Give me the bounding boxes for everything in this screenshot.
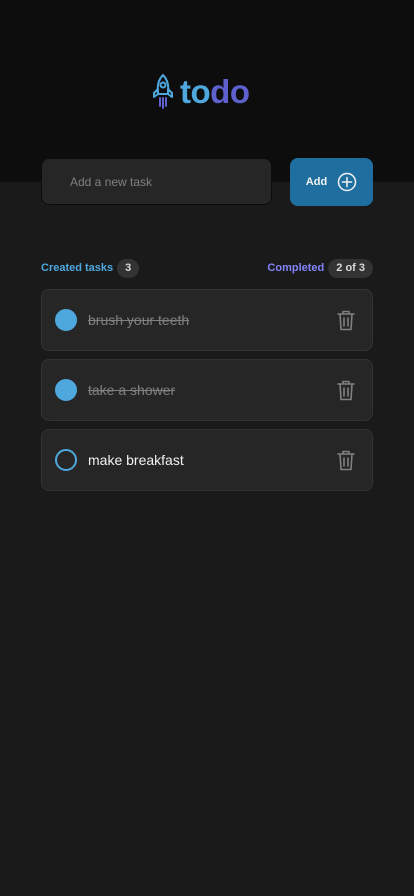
- trash-icon[interactable]: [336, 379, 356, 401]
- add-button-label: Add: [305, 176, 328, 188]
- created-tasks-counter: Created tasks 3: [41, 258, 140, 278]
- completed-tasks-counter: Completed 2 of 3: [267, 258, 373, 278]
- task-label: brush your teeth: [88, 312, 190, 328]
- rocket-icon: [153, 74, 173, 109]
- task-label: take a shower: [88, 382, 176, 398]
- completed-tasks-label: Completed: [267, 262, 325, 274]
- trash-icon[interactable]: [336, 309, 356, 331]
- task-checkbox[interactable]: [55, 379, 77, 401]
- task-item: brush your teeth: [41, 289, 373, 351]
- task-checkbox[interactable]: [55, 449, 77, 471]
- app-title-to: to: [180, 73, 211, 110]
- completed-tasks-badge: 2 of 3: [328, 258, 373, 278]
- app-logo: todo: [152, 72, 250, 112]
- header: todo: [0, 0, 414, 182]
- task-item: make breakfast: [41, 429, 373, 491]
- plus-circle-icon: [337, 172, 357, 192]
- new-task-input[interactable]: [41, 158, 272, 205]
- trash-icon[interactable]: [336, 449, 356, 471]
- task-label: make breakfast: [88, 452, 184, 468]
- created-tasks-label: Created tasks: [41, 262, 114, 274]
- created-tasks-badge: 3: [117, 258, 140, 278]
- app-title: todo: [180, 72, 250, 112]
- add-task-button[interactable]: Add: [290, 158, 373, 206]
- app-title-do: do: [210, 73, 250, 110]
- task-item: take a shower: [41, 359, 373, 421]
- task-checkbox[interactable]: [55, 309, 77, 331]
